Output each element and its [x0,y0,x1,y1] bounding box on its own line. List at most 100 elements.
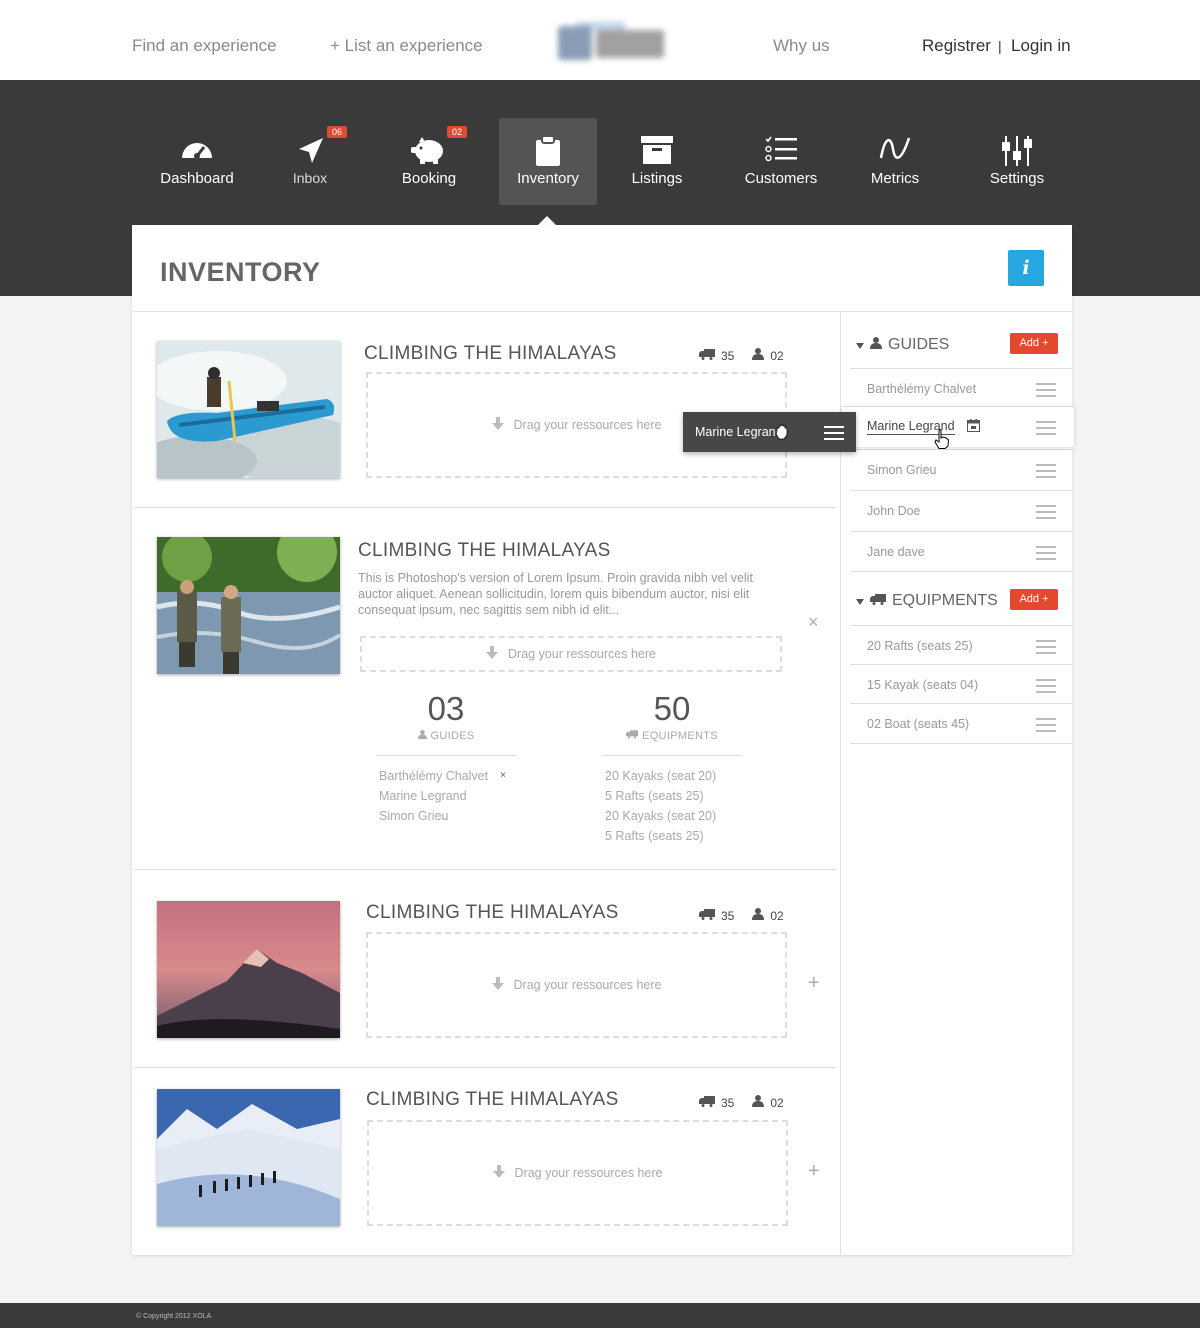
card-meta: 35 02 [699,908,784,923]
guides-total: 03 [427,690,465,727]
checklist-icon [732,136,830,166]
equipments-section-header[interactable]: EQUIPMENTS [856,592,998,610]
drag-handle-icon[interactable] [1036,383,1056,401]
assigned-equipments-list: 20 Kayaks (seat 20) 5 Rafts (seats 25) 2… [605,766,765,846]
nav-inventory[interactable]: Inventory [499,118,597,205]
drag-handle-icon[interactable] [824,426,844,444]
nav-settings[interactable]: Settings [968,118,1066,205]
page-title: INVENTORY [160,257,321,287]
mountain-photo[interactable] [157,901,340,1038]
assigned-guides-list: Barthélémy Chalvet × Marine Legrand Simon… [379,766,529,826]
list-item: Simon Grieu [379,806,529,826]
card-description: This is Photoshop's version of Lorem Ips… [358,571,753,617]
list-item: 20 Kayaks (seat 20) [605,769,717,783]
equipment-row[interactable]: 15 Kayak (seats 04) [850,664,1072,705]
close-card-button[interactable]: × [808,612,819,633]
snow-trek-photo[interactable] [157,1089,340,1226]
add-guide-button[interactable]: Add + [1010,333,1058,354]
equipment-count: 35 [721,908,735,923]
drag-handle-icon[interactable] [1036,640,1056,658]
brand-logo[interactable] [552,22,670,66]
nav-label: Inventory [517,170,579,187]
why-us-link[interactable]: Why us [773,36,830,56]
nav-label: Booking [401,170,457,187]
experience-card: CLIMBING THE HIMALAYAS 35 02 Drag your r… [134,870,836,1068]
resource-dropzone[interactable]: Drag your ressources here [366,932,787,1038]
equipment-count: 35 [721,348,735,363]
guides-title: GUIDES [888,336,950,353]
stat-divider [602,755,742,756]
guide-name: Barthélémy Chalvet [867,382,977,396]
guide-row[interactable]: Simon Grieu [850,449,1072,490]
main-nav: Dashboard 06 Inbox 02 Booking Inventory … [138,118,1072,206]
calendar-icon[interactable] [966,419,980,435]
info-button[interactable]: i [1008,250,1044,286]
equipment-row[interactable]: 02 Boat (seats 45) [850,703,1072,744]
truck-icon [699,908,715,923]
dropzone-text: Drag your ressources here [514,1166,663,1180]
nav-dashboard[interactable]: Dashboard [148,118,246,205]
equipment-row[interactable]: 20 Rafts (seats 25) [850,625,1072,666]
guide-name: Simon Grieu [379,809,449,823]
drag-handle-icon[interactable] [1036,679,1056,697]
person-icon [870,336,882,354]
guide-row-hovered[interactable]: Marine Legrand [842,406,1074,449]
drag-handle-icon[interactable] [1036,718,1056,736]
truck-icon [699,348,715,363]
nav-label: Dashboard [160,170,234,187]
hand-cursor-icon [934,429,950,452]
card-title: CLIMBING THE HIMALAYAS [364,343,617,364]
add-equipment-button[interactable]: Add + [1010,589,1058,610]
equipments-stat-label: EQUIPMENTS [642,730,718,742]
drag-handle-icon[interactable] [1036,505,1056,523]
nav-metrics[interactable]: Metrics [846,118,944,205]
nav-label: Metrics [870,170,920,187]
guide-name: Marine Legrand [379,789,467,803]
resource-dropzone[interactable]: Drag your ressources here [360,636,782,672]
fishing-photo[interactable] [157,537,340,674]
equipments-total: 50 [653,690,691,727]
drag-handle-icon[interactable] [1036,464,1056,482]
archive-box-icon [608,136,706,166]
guide-row[interactable]: Barthélémy Chalvet [850,368,1072,409]
resource-dropzone[interactable]: Drag your ressources here [367,1120,788,1226]
stat-divider [376,755,516,756]
nav-listings[interactable]: Listings [608,118,706,205]
dropzone-text: Drag your ressources here [513,978,662,992]
caret-down-icon [856,592,864,610]
drag-handle-icon[interactable] [1036,421,1056,439]
list-experience-link[interactable]: + List an experience [330,36,483,56]
register-link[interactable]: Registrer [922,36,991,56]
login-link[interactable]: Login in [1011,36,1071,56]
add-card-button[interactable]: + [808,972,820,995]
guide-count: 02 [770,348,784,363]
guide-row[interactable]: John Doe [850,490,1072,531]
nav-booking[interactable]: 02 Booking [380,118,478,205]
find-experience-link[interactable]: Find an experience [132,36,277,56]
guides-section-header[interactable]: GUIDES [856,336,949,354]
active-nav-pointer [538,216,556,225]
rafting-photo[interactable] [157,341,340,478]
booking-badge: 02 [447,126,468,138]
equipment-name: 02 Boat (seats 45) [867,716,970,731]
nav-label: Listings [631,170,683,187]
arrow-down-icon [491,977,504,993]
gauge-icon [148,136,246,166]
caret-down-icon [856,336,864,354]
arrow-down-icon [491,417,504,433]
card-meta: 35 02 [699,348,784,363]
nav-inbox[interactable]: 06 Inbox [261,118,359,205]
remove-guide-button[interactable]: × [500,766,506,786]
dragged-guide-item[interactable]: Marine Legrand [683,412,856,452]
person-icon [752,908,765,923]
equipment-count: 35 [721,1095,735,1110]
arrow-down-icon [486,646,498,662]
equipments-title: EQUIPMENTS [892,592,998,609]
add-card-button[interactable]: + [808,1160,820,1183]
drag-handle-icon[interactable] [1036,546,1056,564]
guide-row[interactable]: Jane dave [850,531,1072,572]
auth-divider: | [998,38,1002,54]
nav-customers[interactable]: Customers [732,118,830,205]
truck-icon [626,730,639,742]
card-title: CLIMBING THE HIMALAYAS [366,902,619,923]
